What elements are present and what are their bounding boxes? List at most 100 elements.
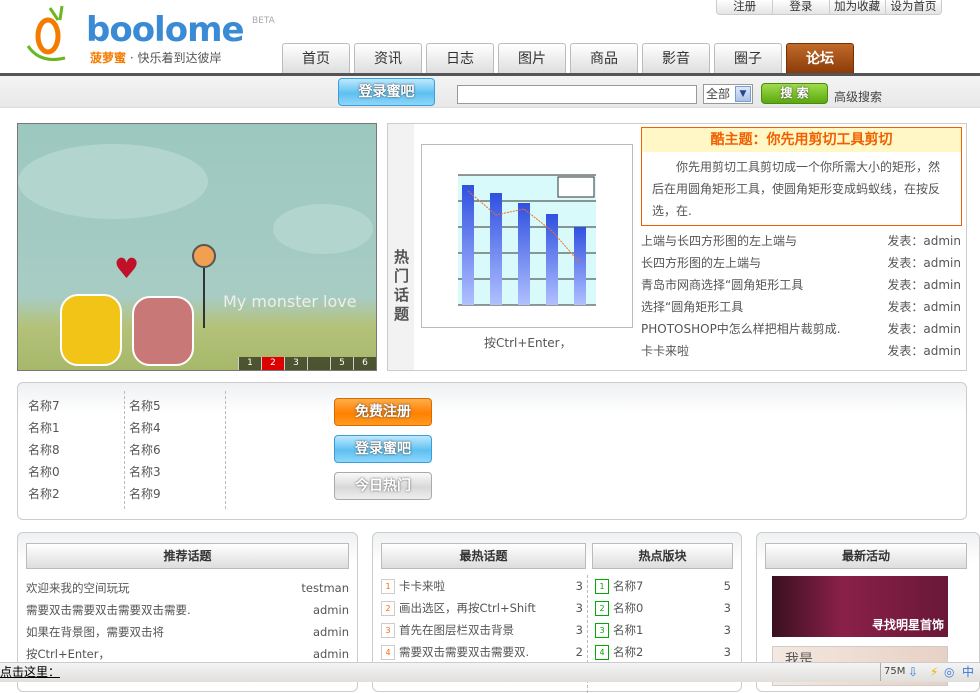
list-item[interactable]: 3 首先在图层栏双击背景 3	[381, 619, 583, 641]
rank-badge: 4	[381, 645, 395, 660]
slide-page-1[interactable]: 1	[238, 357, 261, 370]
list-item[interactable]: 1 卡卡来啦 3	[381, 575, 583, 597]
topic-title[interactable]: 需要双击需要双击需要双.	[399, 645, 529, 659]
topic-title[interactable]: 欢迎来我的空间玩玩	[26, 577, 130, 599]
advanced-search-link[interactable]: 高级搜索	[834, 88, 882, 105]
search-button[interactable]: 搜 索	[761, 83, 828, 104]
chevron-down-icon[interactable]: ▼	[735, 86, 751, 102]
board-name[interactable]: 名称0	[613, 601, 643, 615]
download-icon[interactable]: ⇩	[908, 663, 918, 681]
rank-badge: 2	[381, 601, 395, 616]
list-item[interactable]: 2 画出选区，再按Ctrl+Shift 3	[381, 597, 583, 619]
free-register-button[interactable]: 免费注册	[334, 398, 432, 426]
bookmark-link[interactable]: 加为收藏	[830, 0, 886, 14]
member-link[interactable]: 名称3	[119, 461, 219, 483]
topic-title[interactable]: 需要双击需要双击需要双击需要.	[26, 599, 191, 621]
hot-topic-list: 上端与长四方形图的左上端与 发表：admin 长四方形图的左上端与 发表：admin…	[641, 230, 961, 362]
slide-page-3[interactable]: 3	[284, 357, 307, 370]
search-input[interactable]	[457, 85, 697, 104]
list-item[interactable]: 4 需要双击需要双击需要双. 2	[381, 641, 583, 663]
ime-icon[interactable]: 中	[962, 663, 974, 681]
list-item[interactable]: 青岛市网商选择“圆角矩形工具 发表：admin	[641, 274, 961, 296]
topic-title[interactable]: 长四方形图的左上端与	[641, 252, 761, 274]
list-item[interactable]: 长四方形图的左上端与 发表：admin	[641, 252, 961, 274]
topic-author[interactable]: admin	[313, 599, 349, 621]
list-item[interactable]: 欢迎来我的空间玩玩 testman	[26, 577, 349, 599]
list-item[interactable]: 卡卡来啦 发表：admin	[641, 340, 961, 362]
event-banner-text: 寻找明星首饰	[871, 618, 944, 632]
lightning-icon[interactable]: ⚡	[930, 663, 938, 681]
tab-circles[interactable]: 圈子	[714, 43, 782, 74]
search-scope-select[interactable]: 全部 ▼	[703, 84, 753, 104]
board-name[interactable]: 名称2	[613, 645, 643, 659]
slide-page-4[interactable]	[307, 357, 330, 370]
member-link[interactable]: 名称4	[119, 417, 219, 439]
topic-title[interactable]: 卡卡来啦	[399, 579, 445, 593]
member-link[interactable]: 名称8	[18, 439, 118, 461]
chart-image[interactable]	[421, 144, 633, 328]
topic-title[interactable]: 首先在图层栏双击背景	[399, 623, 514, 637]
tab-products[interactable]: 商品	[570, 43, 638, 74]
topic-title[interactable]: 卡卡来啦	[641, 340, 689, 362]
register-link[interactable]: 注册	[717, 0, 774, 14]
topic-title[interactable]: 选择“圆角矩形工具	[641, 296, 743, 318]
member-link[interactable]: 名称2	[18, 483, 118, 505]
tab-photos[interactable]: 图片	[498, 43, 566, 74]
list-item[interactable]: 4 名称2 3	[595, 641, 731, 663]
login-link[interactable]: 登录	[773, 0, 830, 14]
member-link[interactable]: 名称0	[18, 461, 118, 483]
member-link[interactable]: 名称1	[18, 417, 118, 439]
tab-news[interactable]: 资讯	[354, 43, 422, 74]
list-item[interactable]: 1 名称7 5	[595, 575, 731, 597]
event-banner-jewelry[interactable]: 寻找明星首饰	[772, 576, 948, 637]
list-item[interactable]: 2 名称0 3	[595, 597, 731, 619]
browser-status-bar: 点击这里： 75M ⇩ ⚡ ◎ 中	[0, 662, 980, 682]
set-homepage-link[interactable]: 设为首页	[886, 0, 941, 14]
section-header: 热点版块	[592, 543, 733, 569]
tab-media[interactable]: 影音	[642, 43, 710, 74]
featured-topic[interactable]: 酷主题：你先用剪切工具剪切 你先用剪切工具剪切成一个你所需大小的矩形，然后在用圆…	[641, 127, 962, 226]
today-hot-button[interactable]: 今日热门	[334, 472, 432, 500]
tab-home[interactable]: 首页	[282, 43, 350, 74]
list-item[interactable]: 如果在背景图，需要双击将 admin	[26, 621, 349, 643]
topic-title[interactable]: 画出选区，再按Ctrl+Shift	[399, 601, 536, 615]
yellow-monster-image	[60, 294, 122, 366]
topic-title[interactable]: 青岛市网商选择“圆角矩形工具	[641, 274, 803, 296]
section-header: 推荐话题	[26, 543, 349, 569]
globe-icon[interactable]: ◎	[944, 663, 954, 681]
chart-bar	[518, 203, 530, 305]
member-link[interactable]: 名称6	[119, 439, 219, 461]
member-link[interactable]: 名称9	[119, 483, 219, 505]
topic-title[interactable]: 如果在背景图，需要双击将	[26, 621, 164, 643]
list-item[interactable]: PHOTOSHOP中怎么样把相片裁剪成. 发表：admin	[641, 318, 961, 340]
tab-forum[interactable]: 论坛	[786, 43, 854, 74]
hero-slideshow[interactable]: ♥ My monster love 1 2 3 5 6	[17, 123, 377, 371]
member-column-2: 名称5 名称4 名称6 名称3 名称9	[119, 395, 219, 505]
slide-page-6[interactable]: 6	[353, 357, 376, 370]
slide-page-2[interactable]: 2	[261, 357, 284, 370]
members-panel: 名称7 名称1 名称8 名称0 名称2 名称5 名称4 名称6 名称3 名称9 …	[17, 382, 967, 520]
reply-count: 2	[575, 645, 583, 659]
list-item[interactable]: 选择“圆角矩形工具 发表：admin	[641, 296, 961, 318]
reply-count: 3	[575, 623, 583, 637]
topic-title[interactable]: PHOTOSHOP中怎么样把相片裁剪成.	[641, 318, 841, 340]
topic-author: 发表：admin	[887, 278, 961, 292]
member-link[interactable]: 名称5	[119, 395, 219, 417]
hot-topics-box: 热门话题 按Ctrl+Enter， 酷主题：你先用剪切工具剪切 你先用剪切工具剪…	[387, 123, 967, 371]
login-button[interactable]: 登录蜜吧	[338, 78, 435, 106]
logo[interactable]: boolome BETA 菠萝蜜 · 快乐着到达彼岸	[20, 2, 275, 66]
featured-title[interactable]: 酷主题：你先用剪切工具剪切	[642, 128, 961, 152]
tab-blog[interactable]: 日志	[426, 43, 494, 74]
board-name[interactable]: 名称1	[613, 623, 643, 637]
list-item[interactable]: 上端与长四方形图的左上端与 发表：admin	[641, 230, 961, 252]
slide-page-5[interactable]: 5	[330, 357, 353, 370]
member-link[interactable]: 名称7	[18, 395, 118, 417]
list-item[interactable]: 3 名称1 3	[595, 619, 731, 641]
board-name[interactable]: 名称7	[613, 579, 643, 593]
topic-author[interactable]: admin	[313, 621, 349, 643]
chart-picture	[458, 174, 596, 306]
topic-author[interactable]: testman	[301, 577, 349, 599]
topic-title[interactable]: 上端与长四方形图的左上端与	[641, 230, 797, 252]
list-item[interactable]: 需要双击需要双击需要双击需要. admin	[26, 599, 349, 621]
login-button-2[interactable]: 登录蜜吧	[334, 435, 432, 463]
